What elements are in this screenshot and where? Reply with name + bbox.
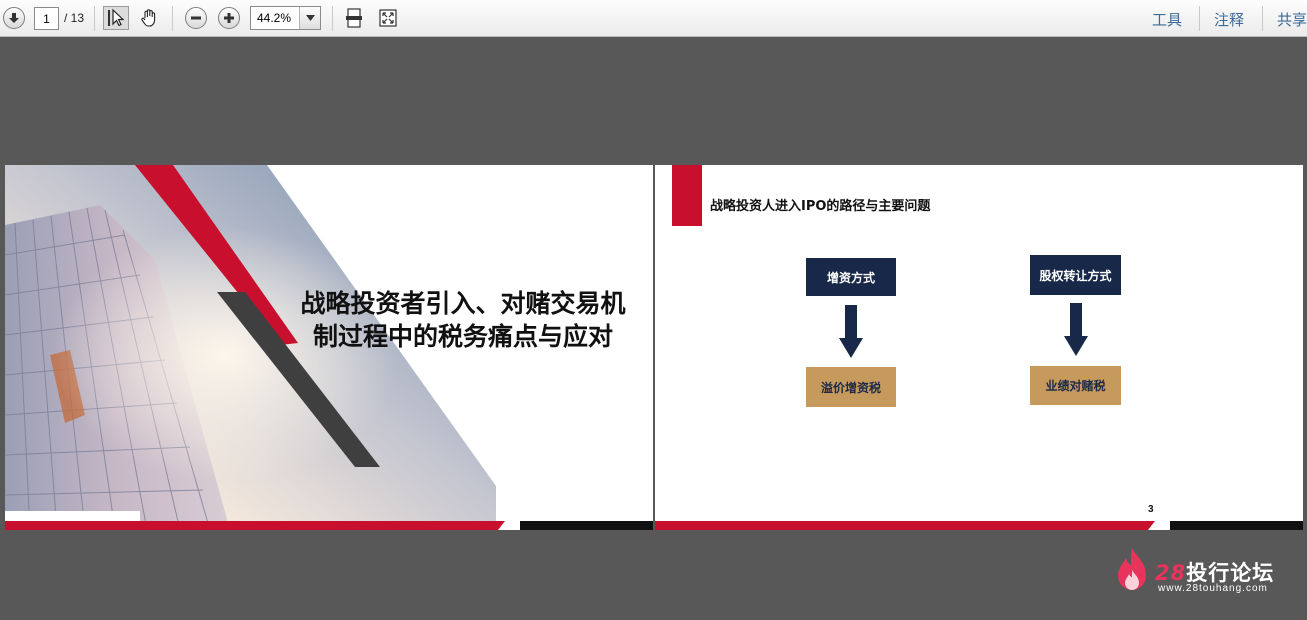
- fullscreen-button[interactable]: [377, 6, 399, 30]
- page-down-icon: [3, 7, 25, 29]
- select-tool-button[interactable]: [103, 6, 129, 30]
- viewer-toolbar: / 13: [0, 0, 1307, 37]
- toolbar-divider: [94, 6, 95, 31]
- zoom-in-icon: [218, 7, 240, 29]
- toolbar-divider: [332, 6, 333, 31]
- page-number-input[interactable]: [34, 7, 59, 30]
- fullscreen-icon: [379, 9, 397, 27]
- slide-page-3: 战略投资人进入IPO的路径与主要问题 增资方式 溢价增资税 股权转让方式 业绩对…: [655, 165, 1303, 530]
- zoom-out-button[interactable]: [185, 6, 207, 30]
- page-down-button[interactable]: [3, 6, 25, 30]
- watermark-brand-number: 28: [1155, 561, 1187, 585]
- comment-menu-link[interactable]: 注释: [1214, 9, 1244, 30]
- zoom-out-icon: [185, 7, 207, 29]
- page-total-label: / 13: [64, 11, 85, 25]
- share-menu-link[interactable]: 共享: [1277, 9, 1307, 30]
- flame-logo-icon: [1118, 548, 1146, 590]
- cover-title-line-2: 制过程中的税务痛点与应对: [312, 322, 613, 351]
- premium-tax-box: 溢价增资税: [806, 367, 896, 407]
- tools-menu-link[interactable]: 工具: [1152, 9, 1182, 30]
- zoom-control: [250, 6, 321, 30]
- footer-bar: [655, 521, 1303, 530]
- fit-page-icon: [346, 8, 362, 28]
- equity-transfer-box: 股权转让方式: [1030, 255, 1121, 295]
- slide-page-number: 3: [1148, 504, 1154, 515]
- zoom-dropdown-button[interactable]: [299, 7, 320, 29]
- toolbar-divider: [1262, 6, 1263, 31]
- slide-heading: 战略投资人进入IPO的路径与主要问题: [710, 199, 931, 214]
- slide-page-1: 战略投资者引入、对赌交易机 制过程中的税务痛点与应对: [5, 165, 653, 530]
- fit-page-button[interactable]: [343, 6, 365, 30]
- hand-tool-button[interactable]: [137, 6, 161, 30]
- zoom-in-button[interactable]: [218, 6, 240, 30]
- watermark-brand-text: 投行论坛: [1186, 561, 1275, 585]
- arrow-down-icon: [839, 305, 863, 358]
- cover-title: 战略投资者引入、对赌交易机 制过程中的税务痛点与应对: [278, 287, 648, 353]
- capital-increase-box: 增资方式: [806, 258, 896, 296]
- vam-tax-box: 业绩对赌税: [1030, 366, 1121, 405]
- arrow-down-icon: [1064, 303, 1088, 356]
- chevron-down-icon: [305, 15, 315, 21]
- zoom-input[interactable]: [251, 7, 299, 29]
- toolbar-divider: [172, 6, 173, 31]
- heading-accent-bar: [672, 165, 702, 226]
- select-cursor-icon: [108, 8, 125, 27]
- cover-title-line-1: 战略投资者引入、对赌交易机: [300, 289, 626, 318]
- watermark-url: www.28touhang.com: [1158, 583, 1268, 594]
- hand-icon: [141, 9, 156, 27]
- toolbar-divider: [1199, 6, 1200, 31]
